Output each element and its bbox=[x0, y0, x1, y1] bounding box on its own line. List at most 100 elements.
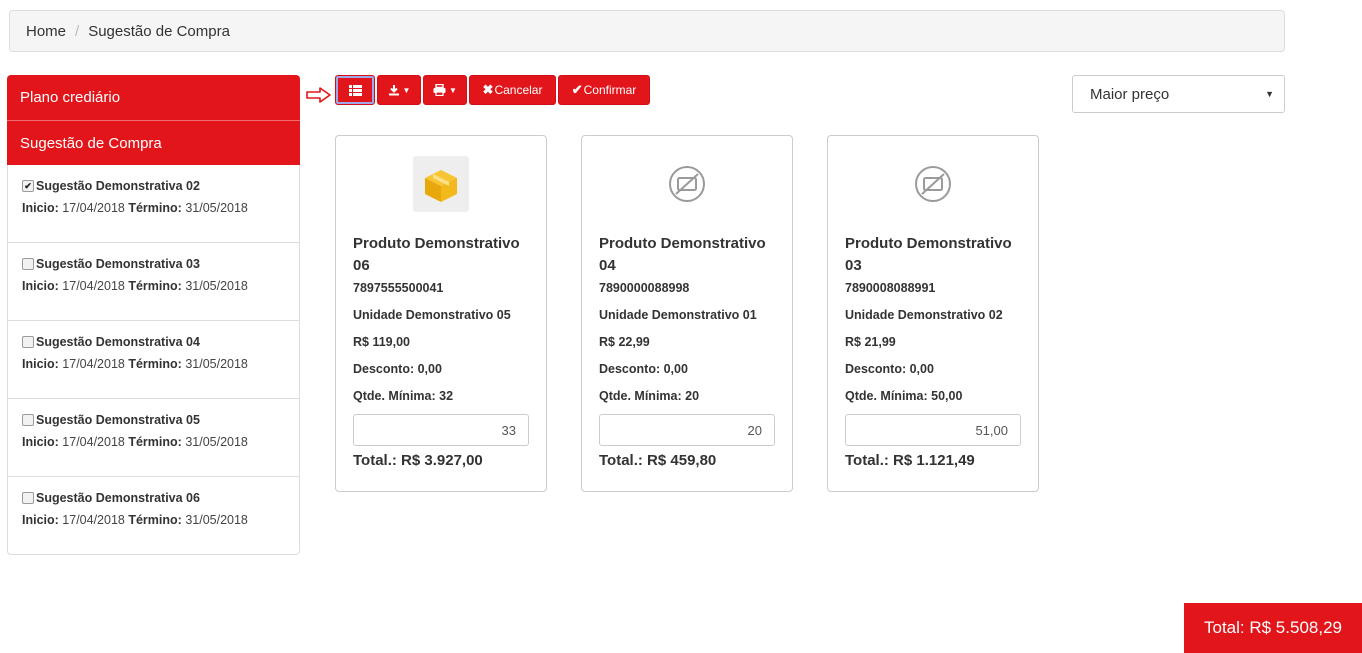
product-discount: Desconto: 0,00 bbox=[353, 362, 442, 376]
suggestion-item[interactable]: Sugestão Demonstrativa 05 Inicio: 17/04/… bbox=[7, 399, 300, 477]
product-card: Produto Demonstrativo 04 7890000088998 U… bbox=[581, 135, 793, 492]
product-image bbox=[599, 136, 775, 223]
suggestion-title-row: ✔ Sugestão Demonstrativa 02 bbox=[22, 179, 299, 193]
suggestion-title: Sugestão Demonstrativa 03 bbox=[36, 257, 200, 271]
product-total: Total.: R$ 3.927,00 bbox=[353, 452, 483, 469]
suggestion-title-row: Sugestão Demonstrativa 06 bbox=[22, 491, 299, 505]
suggestion-title: Sugestão Demonstrativa 02 bbox=[36, 179, 200, 193]
termino-date: 31/05/2018 bbox=[185, 435, 248, 449]
suggestion-item[interactable]: Sugestão Demonstrativa 04 Inicio: 17/04/… bbox=[7, 321, 300, 399]
download-icon bbox=[388, 85, 399, 96]
product-min-qty: Qtde. Mínima: 20 bbox=[599, 389, 700, 403]
toolbar: ▼ ▼ ✖ Cancelar ✔ Confirmar bbox=[335, 75, 650, 105]
inicio-date: 17/04/2018 bbox=[62, 201, 125, 215]
suggestion-dates: Inicio: 17/04/2018 Término: 31/05/2018 bbox=[22, 435, 299, 449]
breadcrumb: Home / Sugestão de Compra bbox=[9, 10, 1285, 52]
breadcrumb-current: Sugestão de Compra bbox=[88, 22, 230, 40]
inicio-date: 17/04/2018 bbox=[62, 435, 125, 449]
suggestion-dates: Inicio: 17/04/2018 Término: 31/05/2018 bbox=[22, 513, 299, 527]
confirm-button-label: Confirmar bbox=[583, 83, 637, 97]
product-discount: Desconto: 0,00 bbox=[845, 362, 934, 376]
cancel-button-label: Cancelar bbox=[494, 83, 543, 97]
suggestion-checkbox[interactable]: ✔ bbox=[22, 180, 34, 192]
product-card: Produto Demonstrativo 06 7897555500041 U… bbox=[335, 135, 547, 492]
sidebar-header-plano-crediario[interactable]: Plano crediário bbox=[7, 75, 300, 120]
termino-label: Término: bbox=[128, 357, 182, 371]
inicio-label: Inicio: bbox=[22, 435, 59, 449]
product-image bbox=[353, 136, 529, 223]
product-total: Total.: R$ 459,80 bbox=[599, 452, 717, 469]
list-view-button[interactable] bbox=[335, 75, 375, 105]
product-unit: Unidade Demonstrativo 01 bbox=[599, 308, 757, 322]
termino-date: 31/05/2018 bbox=[185, 357, 248, 371]
product-price: R$ 21,99 bbox=[845, 335, 896, 349]
chevron-down-icon: ▼ bbox=[402, 85, 411, 95]
download-dropdown-button[interactable]: ▼ bbox=[377, 75, 421, 105]
suggestion-title-row: Sugestão Demonstrativa 05 bbox=[22, 413, 299, 427]
print-dropdown-button[interactable]: ▼ bbox=[423, 75, 467, 105]
suggestion-checkbox[interactable] bbox=[22, 492, 34, 504]
suggestion-item[interactable]: Sugestão Demonstrativa 06 Inicio: 17/04/… bbox=[7, 477, 300, 555]
product-code: 7897555500041 bbox=[353, 281, 444, 295]
suggestion-item[interactable]: ✔ Sugestão Demonstrativa 02 Inicio: 17/0… bbox=[7, 165, 300, 243]
termino-date: 31/05/2018 bbox=[185, 201, 248, 215]
suggestion-checkbox[interactable] bbox=[22, 414, 34, 426]
quantity-input[interactable]: 51,00 bbox=[845, 414, 1021, 446]
check-icon: ✔ bbox=[571, 82, 583, 97]
termino-label: Término: bbox=[128, 279, 182, 293]
suggestion-title: Sugestão Demonstrativa 04 bbox=[36, 335, 200, 349]
termino-date: 31/05/2018 bbox=[185, 513, 248, 527]
suggestion-title-row: Sugestão Demonstrativa 04 bbox=[22, 335, 299, 349]
pointer-arrow-icon bbox=[306, 87, 331, 103]
product-discount: Desconto: 0,00 bbox=[599, 362, 688, 376]
product-code: 7890000088998 bbox=[599, 281, 690, 295]
sidebar-header-sugestao-compra[interactable]: Sugestão de Compra bbox=[7, 120, 300, 165]
print-icon bbox=[433, 84, 446, 96]
cancel-button[interactable]: ✖ Cancelar bbox=[469, 75, 556, 105]
confirm-button[interactable]: ✔ Confirmar bbox=[558, 75, 650, 105]
inicio-label: Inicio: bbox=[22, 357, 59, 371]
suggestion-title: Sugestão Demonstrativa 05 bbox=[36, 413, 200, 427]
product-total: Total.: R$ 1.121,49 bbox=[845, 452, 975, 469]
product-image bbox=[845, 136, 1021, 223]
suggestion-item[interactable]: Sugestão Demonstrativa 03 Inicio: 17/04/… bbox=[7, 243, 300, 321]
sidebar: Plano crediário Sugestão de Compra ✔ Sug… bbox=[7, 75, 300, 555]
suggestion-checkbox[interactable] bbox=[22, 258, 34, 270]
product-card: Produto Demonstrativo 03 7890008088991 U… bbox=[827, 135, 1039, 492]
no-image-icon bbox=[669, 165, 705, 202]
product-box-icon bbox=[413, 155, 469, 212]
termino-label: Término: bbox=[128, 201, 182, 215]
termino-date: 31/05/2018 bbox=[185, 279, 248, 293]
suggestion-dates: Inicio: 17/04/2018 Término: 31/05/2018 bbox=[22, 279, 299, 293]
inicio-date: 17/04/2018 bbox=[62, 357, 125, 371]
suggestion-checkbox[interactable] bbox=[22, 336, 34, 348]
product-min-qty: Qtde. Mínima: 50,00 bbox=[845, 389, 963, 403]
quantity-input[interactable]: 20 bbox=[599, 414, 775, 446]
sort-select[interactable]: Maior preço ▼ bbox=[1072, 75, 1285, 113]
quantity-input[interactable]: 33 bbox=[353, 414, 529, 446]
chevron-down-icon: ▼ bbox=[1265, 89, 1274, 99]
inicio-label: Inicio: bbox=[22, 201, 59, 215]
inicio-label: Inicio: bbox=[22, 513, 59, 527]
breadcrumb-home-link[interactable]: Home bbox=[26, 23, 66, 40]
product-code: 7890008088991 bbox=[845, 281, 936, 295]
termino-label: Término: bbox=[128, 435, 182, 449]
chevron-down-icon: ▼ bbox=[449, 85, 457, 95]
suggestion-dates: Inicio: 17/04/2018 Término: 31/05/2018 bbox=[22, 201, 299, 215]
suggestion-title: Sugestão Demonstrativa 06 bbox=[36, 491, 200, 505]
close-icon: ✖ bbox=[482, 82, 494, 97]
product-price: R$ 22,99 bbox=[599, 335, 650, 349]
product-min-qty: Qtde. Mínima: 32 bbox=[353, 389, 454, 403]
suggestion-title-row: Sugestão Demonstrativa 03 bbox=[22, 257, 299, 271]
grand-total-badge: Total: R$ 5.508,29 bbox=[1184, 603, 1362, 653]
product-name: Produto Demonstrativo 04 bbox=[599, 235, 766, 274]
product-name: Produto Demonstrativo 03 bbox=[845, 235, 1012, 274]
product-name: Produto Demonstrativo 06 bbox=[353, 235, 520, 274]
breadcrumb-separator: / bbox=[75, 22, 80, 40]
sort-select-value: Maior preço bbox=[1090, 85, 1170, 103]
list-icon bbox=[348, 84, 362, 96]
product-price: R$ 119,00 bbox=[353, 335, 410, 349]
inicio-date: 17/04/2018 bbox=[62, 513, 125, 527]
product-unit: Unidade Demonstrativo 02 bbox=[845, 308, 1003, 322]
inicio-label: Inicio: bbox=[22, 279, 59, 293]
